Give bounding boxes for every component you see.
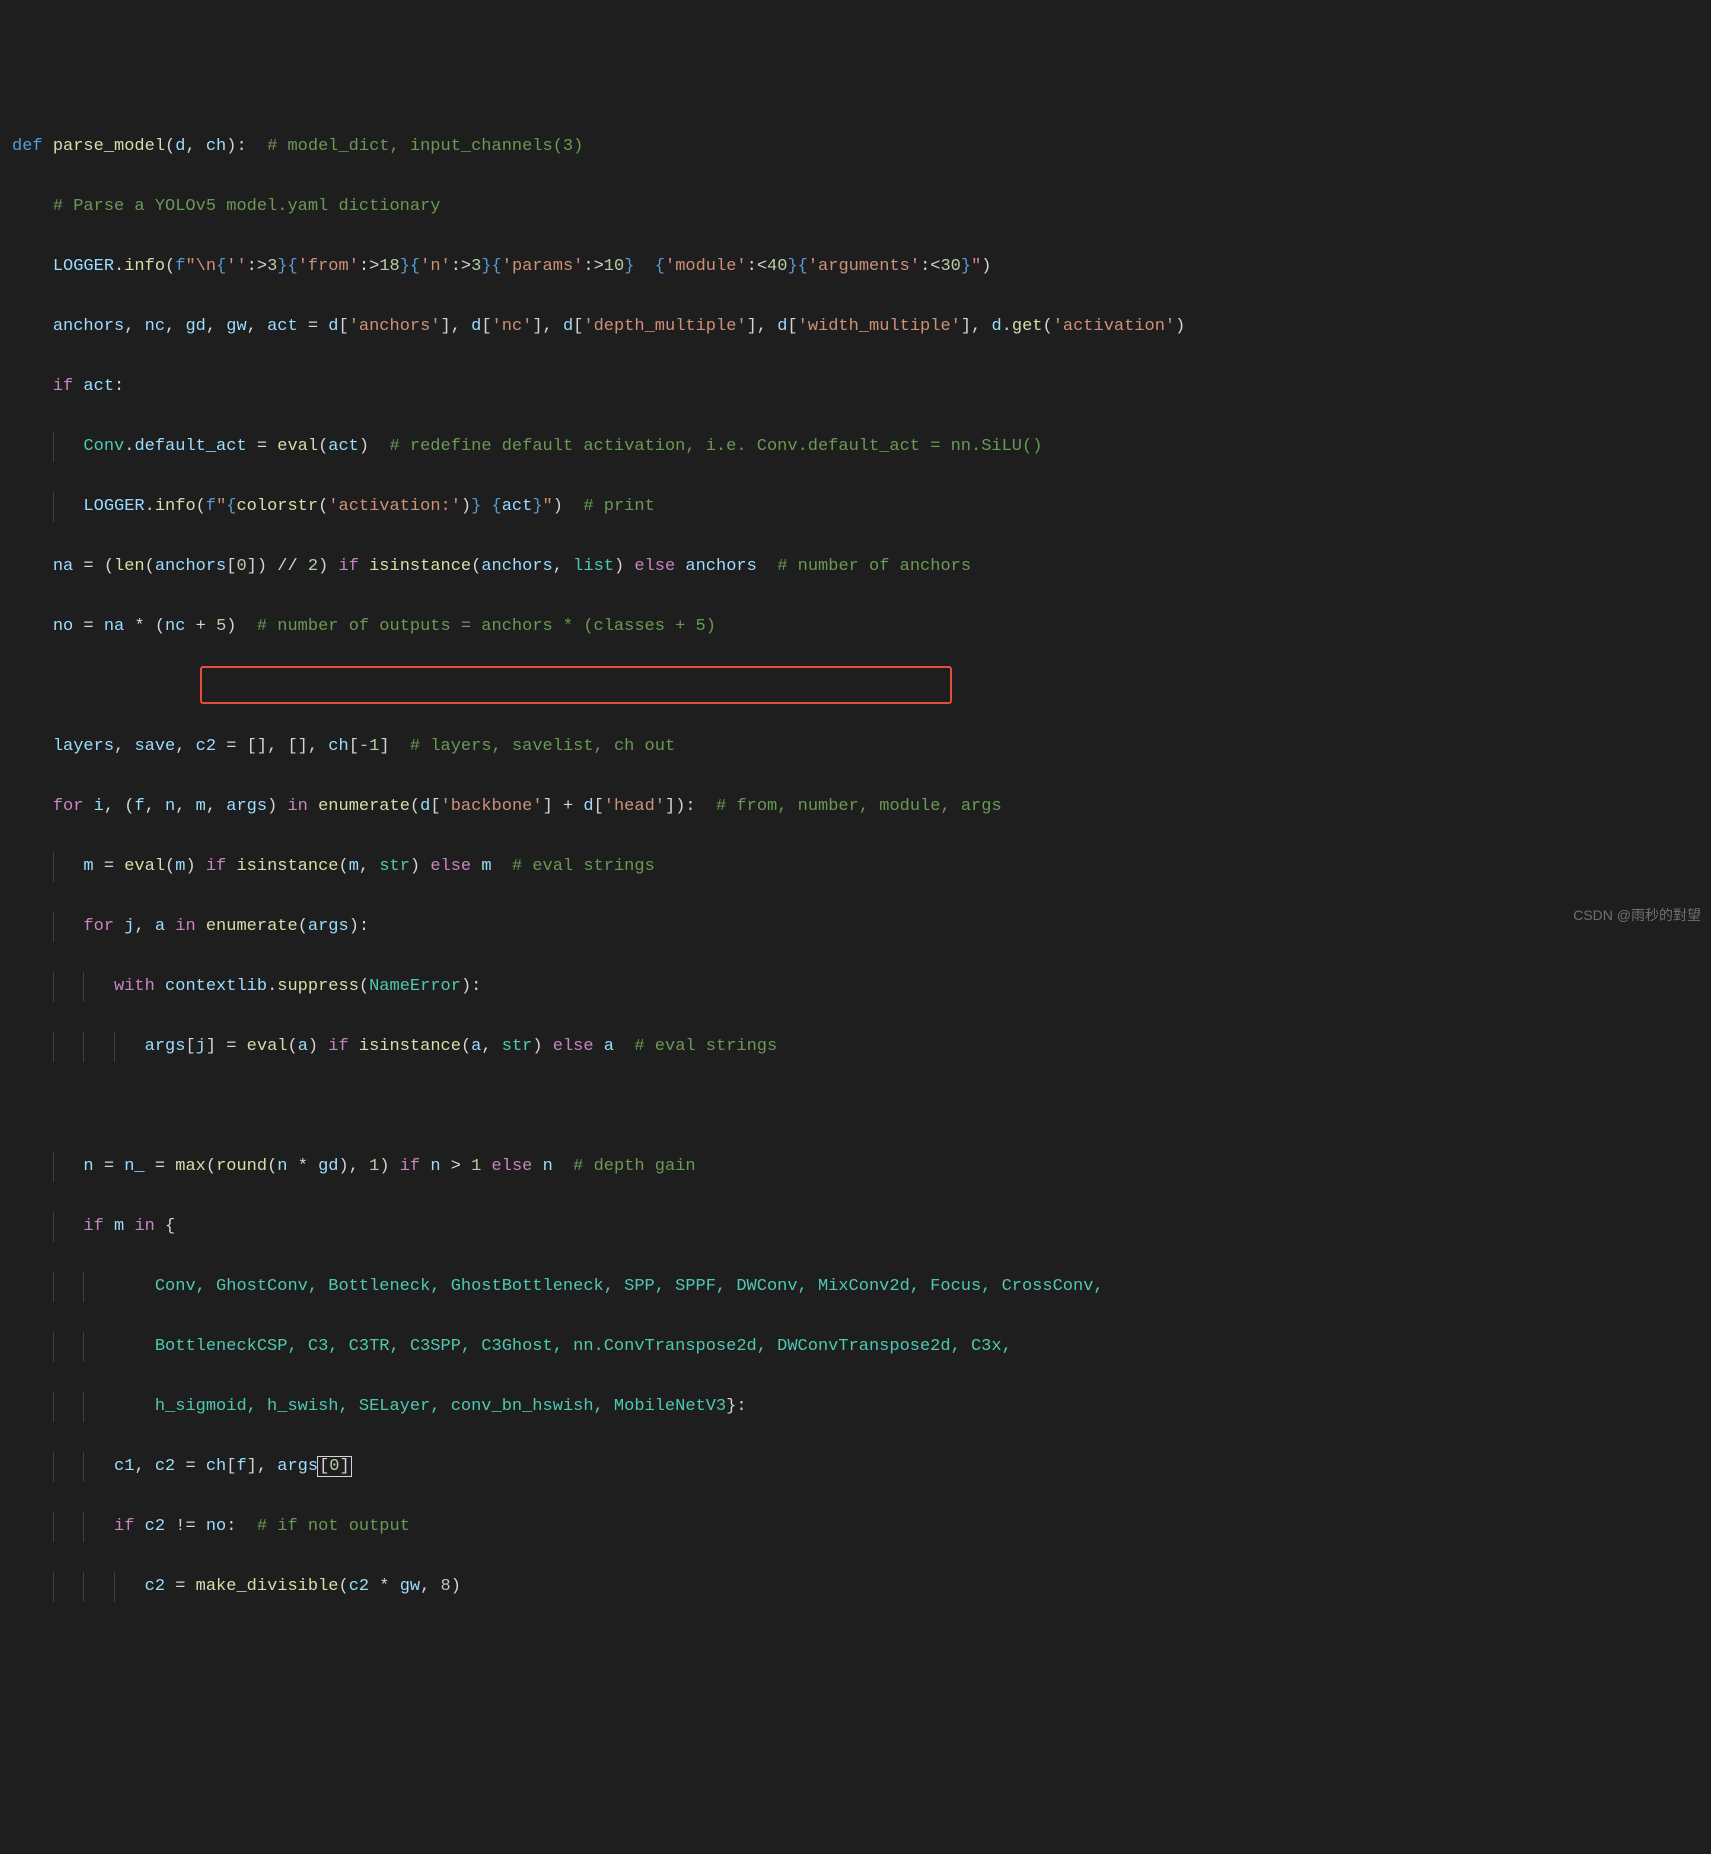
code-line-22: h_sigmoid, h_swish, SELayer, conv_bn_hsw… [12,1392,1711,1422]
code-line-15: with contextlib.suppress(NameError): [12,972,1711,1002]
code-line-1: def parse_model(d, ch): # model_dict, in… [12,132,1711,162]
code-line-21: BottleneckCSP, C3, C3TR, C3SPP, C3Ghost,… [12,1332,1711,1362]
code-line-3: LOGGER.info(f"\n{'':>3}{'from':>18}{'n':… [12,252,1711,282]
code-line-8: na = (len(anchors[0]) // 2) if isinstanc… [12,552,1711,582]
code-line-14: for j, a in enumerate(args): [12,912,1711,942]
code-line-5: if act: [12,372,1711,402]
code-line-2: # Parse a YOLOv5 model.yaml dictionary [12,192,1711,222]
code-line-25: c2 = make_divisible(c2 * gw, 8) [12,1572,1711,1602]
code-line-18: n = n_ = max(round(n * gd), 1) if n > 1 … [12,1152,1711,1182]
code-line-24: if c2 != no: # if not output [12,1512,1711,1542]
code-line-17 [12,1092,1711,1122]
code-line-20: Conv, GhostConv, Bottleneck, GhostBottle… [12,1272,1711,1302]
code-line-23: c1, c2 = ch[f], args[0] [12,1452,1711,1482]
code-line-16: args[j] = eval(a) if isinstance(a, str) … [12,1032,1711,1062]
watermark: CSDN @雨秒的對望 [1573,900,1701,930]
code-line-10 [12,672,1711,702]
code-line-13: m = eval(m) if isinstance(m, str) else m… [12,852,1711,882]
code-line-12: for i, (f, n, m, args) in enumerate(d['b… [12,792,1711,822]
code-line-4: anchors, nc, gd, gw, act = d['anchors'],… [12,312,1711,342]
code-line-11: layers, save, c2 = [], [], ch[-1] # laye… [12,732,1711,762]
text-cursor: [0] [317,1456,352,1477]
code-line-9: no = na * (nc + 5) # number of outputs =… [12,612,1711,642]
code-line-19: if m in { [12,1212,1711,1242]
code-line-6: Conv.default_act = eval(act) # redefine … [12,432,1711,462]
code-line-7: LOGGER.info(f"{colorstr('activation:')} … [12,492,1711,522]
